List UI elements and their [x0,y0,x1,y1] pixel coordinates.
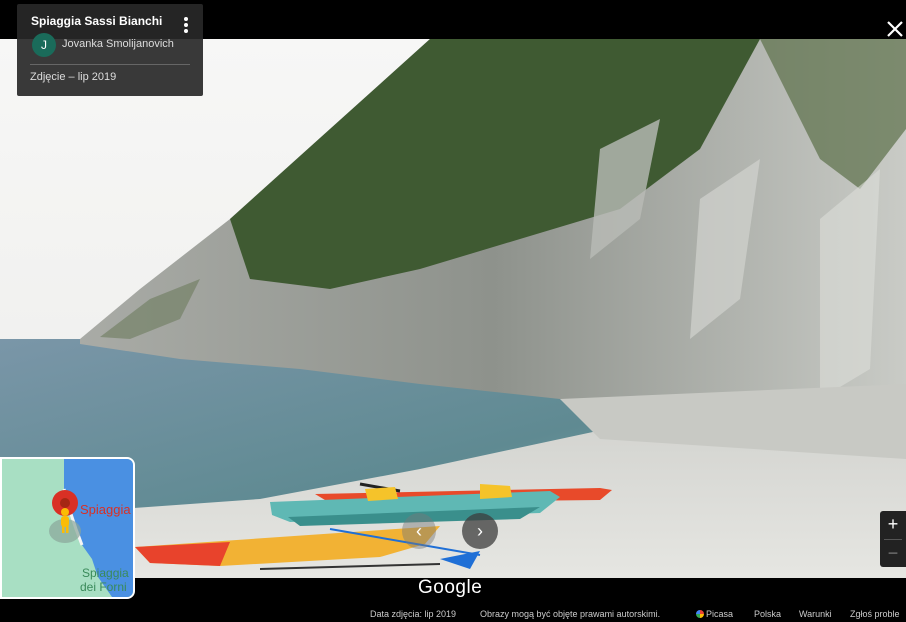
terms-link[interactable]: Warunki [799,609,832,619]
photo-date: Zdjęcie – lip 2019 [30,71,117,83]
previous-photo-button[interactable]: ‹ [402,513,436,549]
chevron-right-icon: › [477,521,483,541]
zoom-out-button[interactable]: − [880,540,906,567]
footer-photo-date: Data zdjęcia: lip 2019 [370,609,457,619]
menu-dot [184,29,188,33]
street-view-viewer: Spiaggia Sassi Bianchi J Jovanka Smolija… [0,0,906,622]
picasa-link[interactable]: Picasa [696,609,733,619]
divider [30,64,190,65]
picasa-icon [696,610,704,618]
menu-dot [184,23,188,27]
map-place-label: Spiaggia [80,502,131,517]
place-title: Spiaggia Sassi Bianchi [31,14,163,28]
place-info-card: Spiaggia Sassi Bianchi J Jovanka Smolija… [17,4,203,96]
menu-dot [184,17,188,21]
zoom-in-button[interactable]: + [880,511,906,538]
map-nearby-label-line1: Spiaggia [82,566,129,580]
country-link[interactable]: Polska [754,609,781,619]
footer-copyright: Obrazy mogą być objęte prawami autorskim… [480,609,661,619]
map-nearby-label-line2: dei Forni [80,580,127,594]
minimap[interactable]: Spiaggia Spiaggia dei Forni [0,457,135,599]
footer-bar: Data zdjęcia: lip 2019 Obrazy mogą być o… [0,605,906,622]
close-button[interactable] [884,18,906,40]
report-problem-link[interactable]: Zgłoś proble [850,609,900,619]
picasa-label: Picasa [706,609,734,619]
zoom-control: + − [880,511,906,567]
avatar[interactable]: J [32,33,56,57]
panorama-photo[interactable] [0,39,906,578]
chevron-left-icon: ‹ [416,521,422,541]
more-vert-icon[interactable] [177,14,195,36]
close-icon [887,21,903,37]
google-logo: Google [418,577,483,598]
author-name-link[interactable]: Jovanka Smolijanovich [62,38,174,50]
beach-photo-image [0,39,906,578]
next-photo-button[interactable]: › [462,513,498,549]
